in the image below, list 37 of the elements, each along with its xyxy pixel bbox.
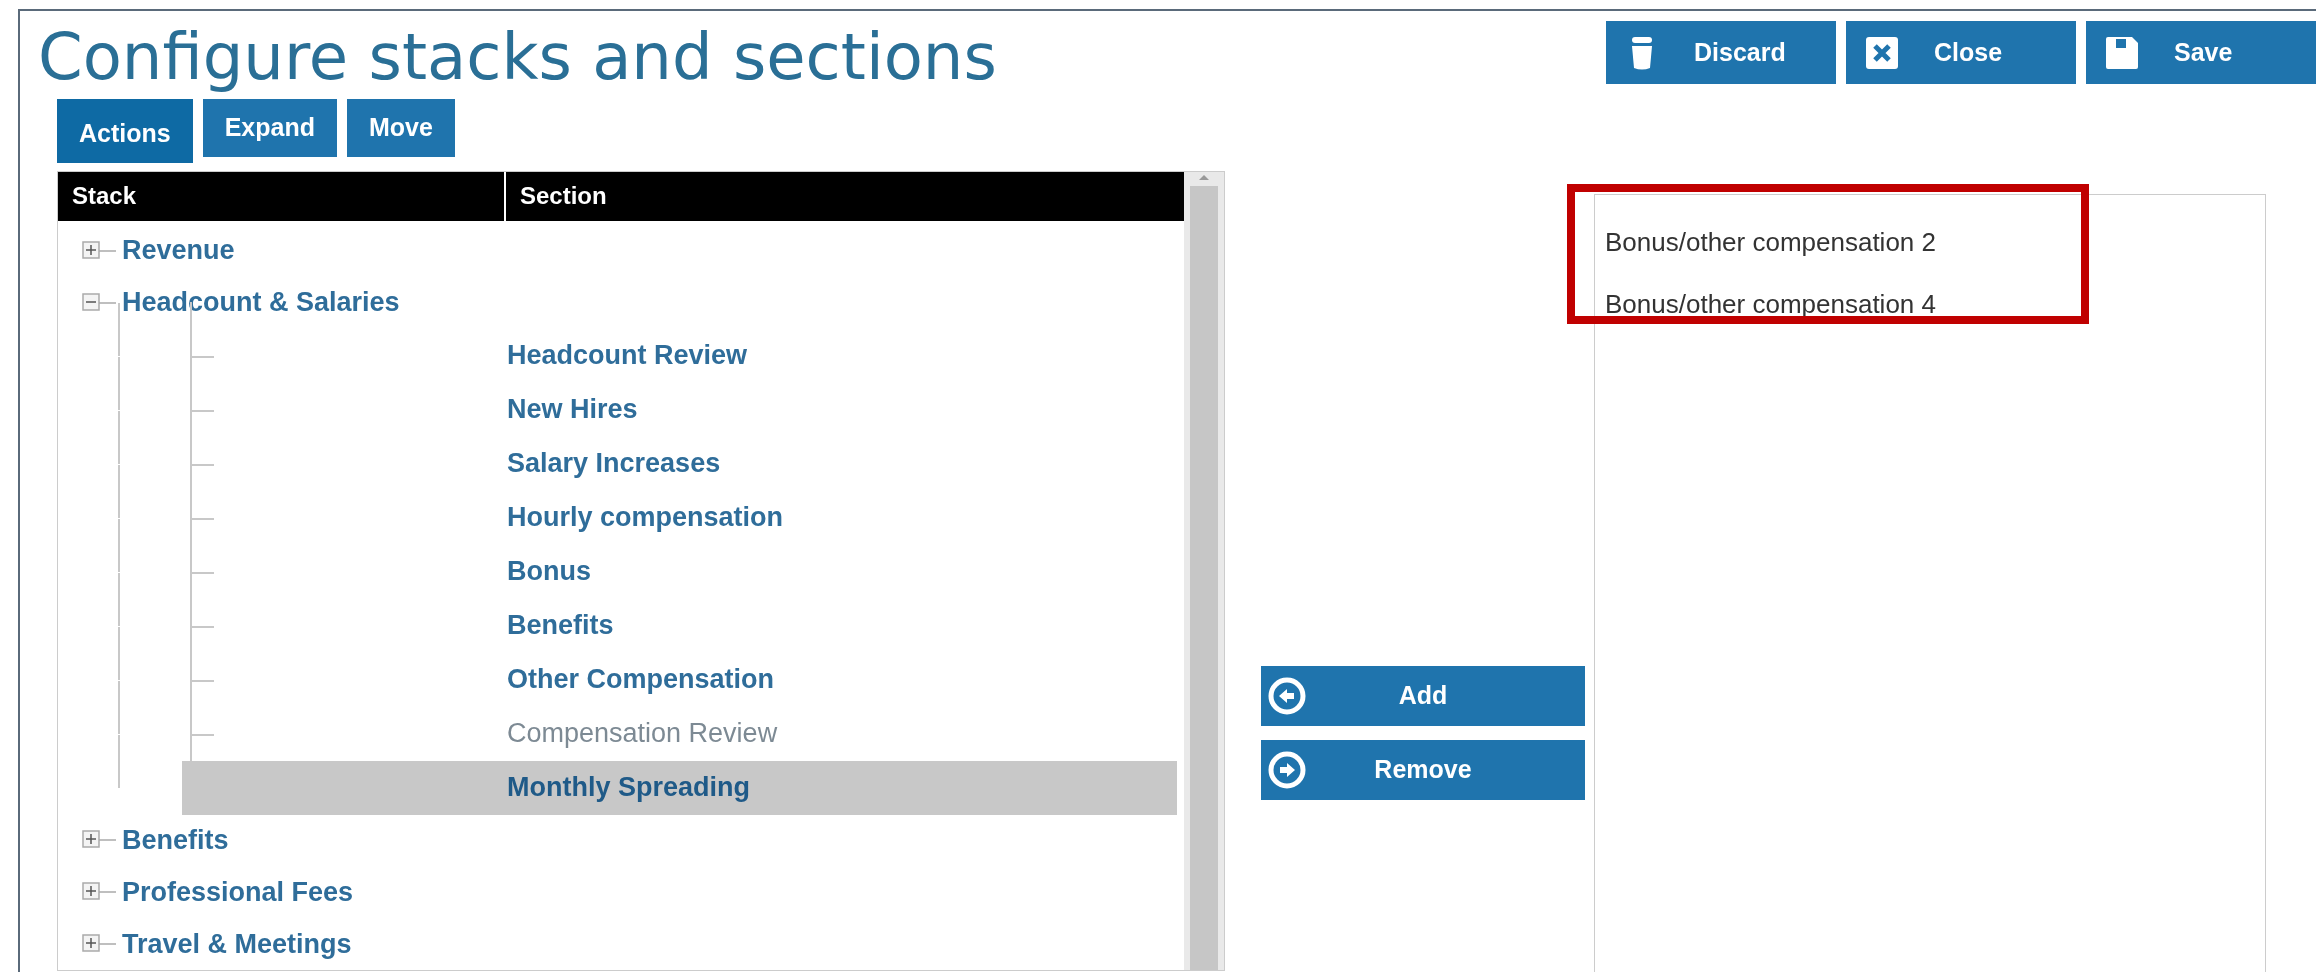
add-button[interactable]: Add bbox=[1261, 666, 1585, 726]
tree-item[interactable]: Hourly compensation bbox=[182, 490, 1177, 545]
scrollbar[interactable] bbox=[1184, 172, 1224, 970]
tree-item[interactable]: Salary Increases bbox=[182, 436, 1177, 491]
tree-item[interactable]: Other Compensation bbox=[182, 652, 1177, 707]
scroll-up-icon bbox=[1197, 172, 1211, 182]
list-item[interactable]: Bonus/other compensation 4 bbox=[1595, 273, 2265, 335]
tree-item[interactable]: Revenue bbox=[122, 230, 235, 271]
tree-item[interactable]: Bonus bbox=[182, 544, 1177, 599]
close-button[interactable]: Close bbox=[1846, 21, 2076, 84]
arrow-left-circle-icon bbox=[1267, 676, 1307, 716]
save-button[interactable]: Save bbox=[2086, 21, 2316, 84]
expand-icon[interactable] bbox=[82, 240, 116, 261]
expand-icon[interactable] bbox=[82, 934, 116, 955]
close-icon bbox=[1866, 36, 1898, 69]
tree-item[interactable]: Headcount Review bbox=[182, 328, 1177, 383]
tab[interactable]: Move bbox=[347, 99, 455, 157]
column-header: Section bbox=[519, 181, 607, 212]
arrow-right-circle-icon bbox=[1267, 750, 1307, 790]
discard-button[interactable]: Discard bbox=[1606, 21, 1836, 84]
tree-item[interactable]: Benefits bbox=[122, 820, 229, 861]
tree-item[interactable]: Professional Fees bbox=[122, 872, 354, 913]
tree-item[interactable]: New Hires bbox=[182, 382, 1177, 437]
tree-item[interactable]: Travel & Meetings bbox=[122, 923, 352, 965]
save-icon bbox=[2106, 36, 2138, 69]
tree-item[interactable]: Benefits bbox=[182, 598, 1177, 653]
expand-icon[interactable] bbox=[82, 882, 116, 903]
expand-icon[interactable] bbox=[82, 830, 116, 851]
collapse-icon[interactable] bbox=[82, 292, 116, 313]
column-header: Stack bbox=[58, 172, 506, 221]
tree-item[interactable]: Headcount & Salaries bbox=[122, 282, 400, 323]
tab[interactable]: Expand bbox=[202, 99, 337, 157]
tree-item[interactable]: Monthly Spreading bbox=[182, 760, 1177, 815]
scrollbar-thumb[interactable] bbox=[1190, 186, 1218, 970]
remove-button[interactable]: Remove bbox=[1261, 740, 1585, 800]
list-item[interactable]: Bonus/other compensation 2 bbox=[1595, 211, 2265, 273]
tab[interactable]: Actions bbox=[57, 99, 193, 163]
